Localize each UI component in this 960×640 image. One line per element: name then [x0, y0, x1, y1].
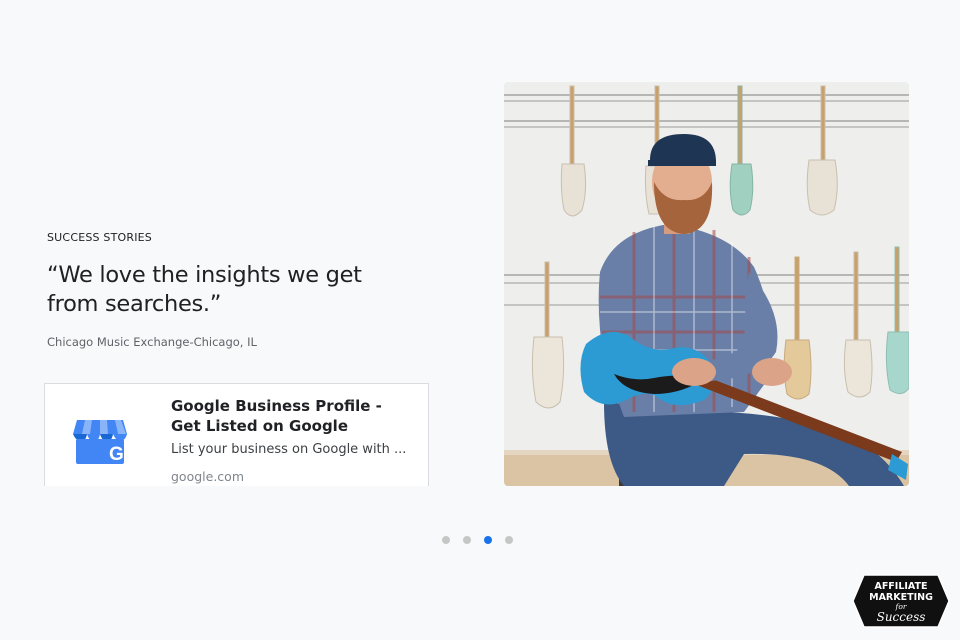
google-business-store-icon: G: [73, 420, 127, 465]
testimonial-attribution: Chicago Music Exchange-Chicago, IL: [47, 335, 257, 349]
testimonial-quote: “We love the insights we get from search…: [47, 262, 362, 317]
carousel-dot-2[interactable]: [463, 536, 471, 544]
watermark-line-1: AFFILIATE: [874, 581, 927, 592]
link-card-title: Google Business Profile - Get Listed on …: [171, 397, 382, 435]
guitarist-illustration: [504, 82, 909, 486]
link-card-domain: google.com: [171, 469, 244, 484]
testimonial-photo: [504, 82, 909, 486]
carousel-pagination: [442, 536, 513, 544]
google-business-profile-link-card[interactable]: G Google Business Profile - Get Listed o…: [44, 383, 429, 486]
link-card-description: List your business on Google with ...: [171, 442, 407, 457]
section-eyebrow: SUCCESS STORIES: [47, 231, 152, 244]
affiliate-marketing-watermark-logo: AFFILIATE MARKETING for Success: [852, 574, 950, 628]
svg-text:G: G: [109, 444, 124, 465]
carousel-dot-3[interactable]: [484, 536, 492, 544]
watermark-line-4: Success: [877, 610, 926, 624]
carousel-dot-1[interactable]: [442, 536, 450, 544]
success-stories-slide: SUCCESS STORIES “We love the insights we…: [0, 0, 960, 640]
carousel-dot-4[interactable]: [505, 536, 513, 544]
